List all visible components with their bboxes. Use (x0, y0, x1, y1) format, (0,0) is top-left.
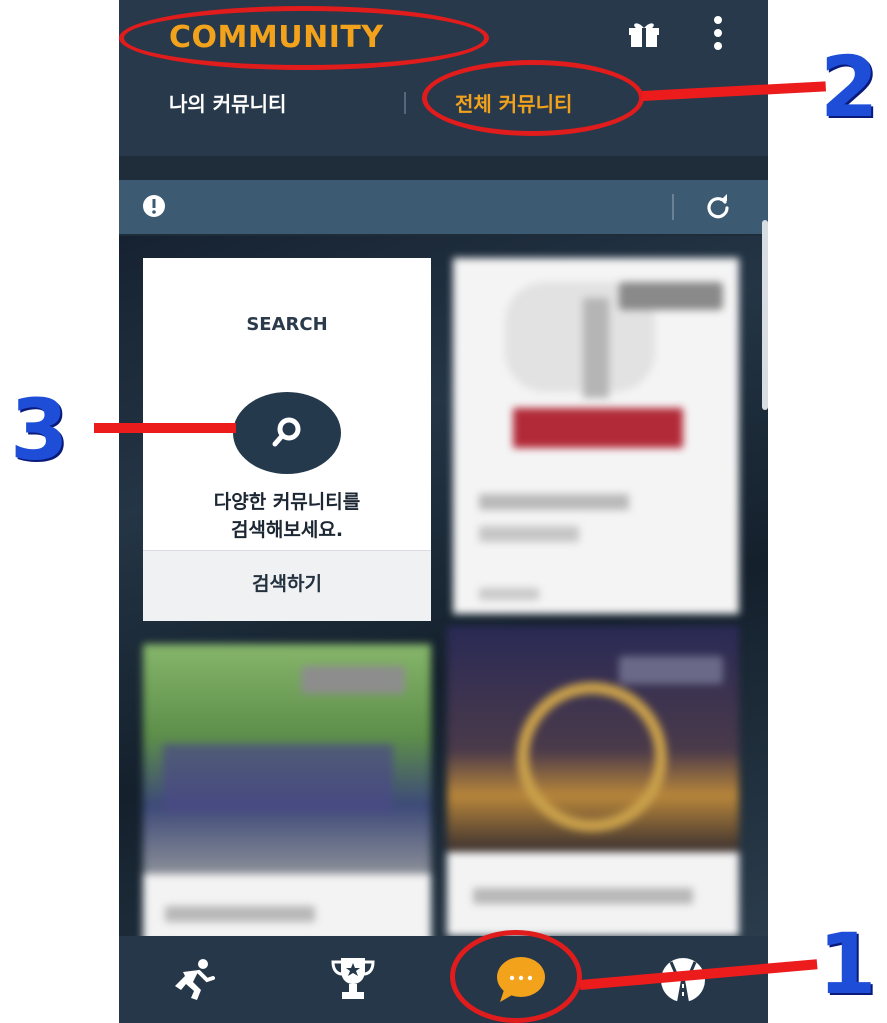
trophy-icon[interactable] (329, 954, 377, 1006)
refresh-icon[interactable] (704, 193, 732, 221)
community-cover-detail (163, 744, 393, 814)
notice-bar (119, 180, 768, 234)
annotation-number-1: 1 (818, 915, 877, 1013)
search-desc-line-1: 다양한 커뮤니티를 (213, 491, 361, 513)
community-stats (479, 588, 539, 600)
annotation-number-2: 2 (820, 38, 879, 136)
community-card[interactable] (453, 258, 739, 614)
search-card-description: 다양한 커뮤니티를 검색해보세요. (143, 488, 431, 544)
community-cover-banner (513, 408, 683, 448)
community-name (165, 906, 315, 922)
search-action-button[interactable]: 검색하기 (143, 550, 431, 621)
community-cover-detail (517, 682, 667, 832)
callout-line-3 (94, 423, 236, 433)
tab-my-community[interactable]: 나의 커뮤니티 (169, 88, 286, 117)
app-screen: COMMUNITY 나의 커뮤니티 전체 커뮤니티 SEARCH 다양한 커뮤니… (119, 0, 768, 1023)
community-subtitle (479, 526, 579, 542)
highlight-ring-chat (450, 930, 582, 1023)
highlight-ring-all-tab (422, 60, 644, 136)
community-badge (301, 666, 405, 694)
search-desc-line-2: 검색해보세요. (230, 519, 344, 541)
community-name (479, 494, 629, 510)
search-card-heading: SEARCH (246, 314, 328, 335)
community-badge (619, 656, 723, 684)
community-badge (619, 282, 723, 310)
annotation-number-3: 3 (10, 381, 69, 479)
notice-divider (672, 194, 674, 220)
gift-icon[interactable] (627, 18, 661, 48)
tab-divider (404, 92, 406, 114)
community-name (473, 888, 693, 904)
search-card[interactable]: SEARCH 다양한 커뮤니티를 검색해보세요. 검색하기 (143, 258, 431, 621)
community-feed: SEARCH 다양한 커뮤니티를 검색해보세요. 검색하기 (119, 236, 768, 944)
run-icon[interactable] (171, 956, 217, 1006)
community-card[interactable] (143, 644, 431, 944)
more-options-icon[interactable] (711, 14, 725, 54)
scrollbar[interactable] (762, 220, 768, 410)
highlight-ring-title (119, 6, 489, 70)
search-icon (272, 417, 301, 447)
notice-icon[interactable] (141, 193, 167, 219)
community-card[interactable] (447, 626, 739, 936)
community-cover-detail (583, 298, 609, 398)
search-button[interactable] (233, 392, 341, 474)
